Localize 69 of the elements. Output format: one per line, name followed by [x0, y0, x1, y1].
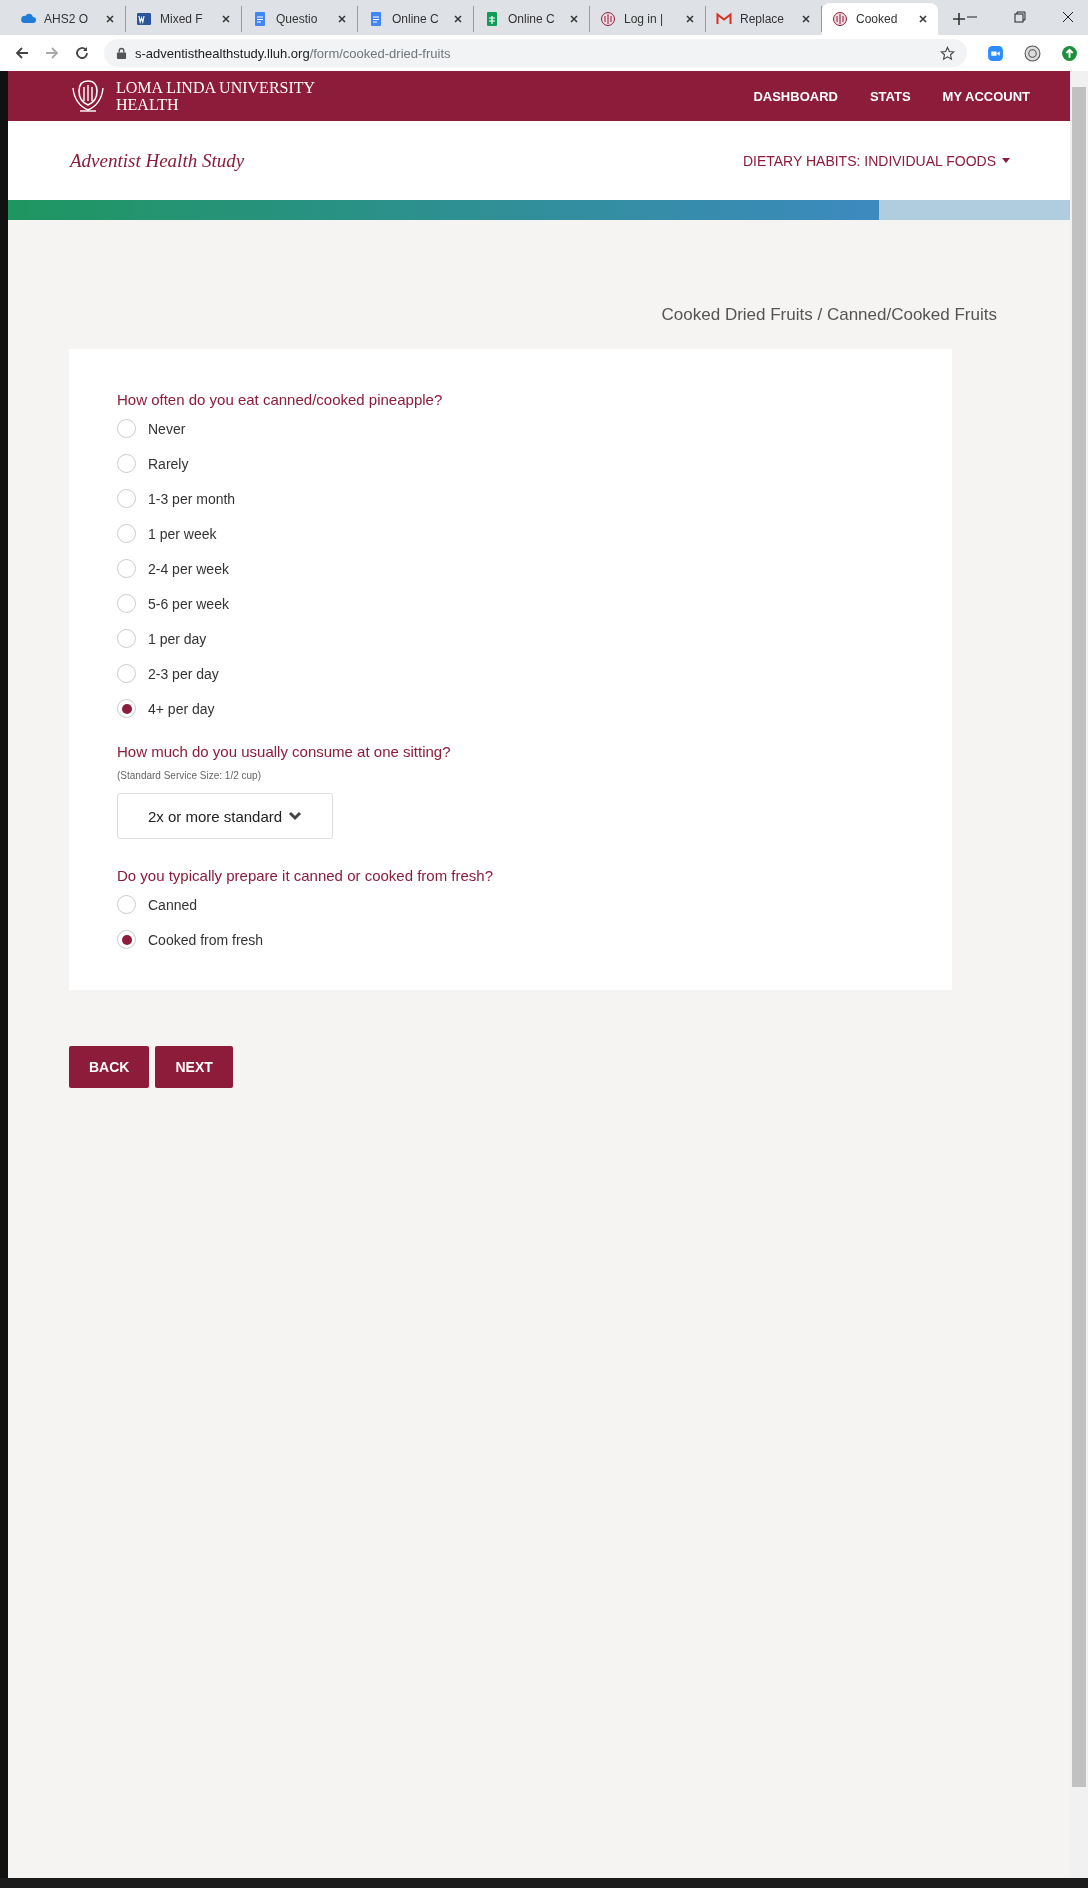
- option-label: Cooked from fresh: [148, 931, 264, 948]
- browser-tab[interactable]: Online C: [474, 6, 590, 32]
- lock-icon: [116, 46, 127, 60]
- nav-link[interactable]: DASHBOARD: [753, 88, 838, 104]
- browser-tab[interactable]: Mixed F: [126, 6, 242, 32]
- tab-title: AHS2 O: [44, 12, 89, 26]
- close-icon[interactable]: [337, 14, 347, 24]
- tab-title: Log in |: [624, 12, 665, 26]
- reload-icon[interactable]: [74, 45, 90, 61]
- tab-title: Online C: [392, 12, 440, 26]
- option-label: Canned: [148, 896, 198, 913]
- option-label: 1-3 per month: [148, 490, 236, 507]
- option-label: 4+ per day: [148, 700, 215, 717]
- browser-tab[interactable]: Online C: [358, 6, 474, 32]
- close-icon[interactable]: [685, 14, 695, 24]
- word-document-icon: [136, 11, 152, 27]
- tab-title: Cooked: [856, 12, 899, 26]
- restore-icon[interactable]: [1014, 11, 1026, 23]
- option-label: Rarely: [148, 455, 189, 472]
- university-name: LOMA LINDA UNIVERSITY: [116, 79, 316, 96]
- close-icon[interactable]: [918, 14, 928, 24]
- close-icon[interactable]: [801, 14, 811, 24]
- study-title: Adventist Health Study: [70, 149, 245, 172]
- section-dropdown[interactable]: DIETARY HABITS: INDIVIDUAL FOODS: [742, 152, 1010, 169]
- tab-title: Mixed F: [160, 12, 204, 26]
- crest-icon[interactable]: [1024, 44, 1041, 62]
- star-icon[interactable]: [940, 45, 955, 61]
- video-camera-icon[interactable]: [987, 44, 1004, 62]
- close-icon[interactable]: [221, 14, 231, 24]
- spreadsheet-icon: [484, 11, 500, 27]
- address-field[interactable]: s-adventisthealthstudy.lluh.org/form/cooked-dried-fruits: [104, 39, 967, 67]
- new-tab-icon[interactable]: [952, 12, 966, 26]
- option-label: 2-3 per day: [148, 665, 219, 682]
- option-label: 1 per day: [148, 630, 207, 647]
- tab-title: Online C: [508, 12, 556, 26]
- document-icon: [368, 11, 384, 27]
- serving-size-note: (Standard Service Size: 1/2 cup): [117, 770, 262, 781]
- browser-tab[interactable]: AHS2 O: [10, 6, 126, 32]
- scrollbar[interactable]: [1070, 71, 1088, 1878]
- document-icon: [252, 11, 268, 27]
- close-icon[interactable]: [569, 14, 579, 24]
- question-label: How often do you eat canned/cooked pineapple?: [117, 391, 444, 408]
- option-label: 5-6 per week: [148, 595, 229, 612]
- option-label: 1 per week: [148, 525, 217, 542]
- university-name: HEALTH: [116, 96, 180, 113]
- back-arrow-icon[interactable]: [14, 45, 30, 61]
- browser-tab[interactable]: Cooked: [822, 3, 938, 35]
- question-label: How much do you usually consume at one sitting?: [117, 743, 452, 760]
- close-icon[interactable]: [105, 14, 115, 24]
- breadcrumb: Cooked Dried Fruits / Canned/Cooked Fruits: [660, 305, 997, 325]
- tab-title: Questio: [276, 12, 319, 26]
- browser-tab[interactable]: Questio: [242, 6, 358, 32]
- nav-button[interactable]: BACK: [69, 1046, 150, 1088]
- close-icon[interactable]: [1062, 11, 1074, 23]
- option-label: 2-4 per week: [148, 560, 229, 577]
- chevron-down-icon: [288, 811, 303, 821]
- nav-link[interactable]: MY ACCOUNT: [942, 88, 1030, 104]
- crest-icon: [600, 11, 616, 27]
- nav-button[interactable]: NEXT: [155, 1046, 233, 1088]
- browser-tab[interactable]: Log in |: [590, 6, 706, 32]
- question-label: Do you typically prepare it canned or cooked from fresh?: [117, 867, 495, 884]
- mail-icon: [716, 11, 732, 27]
- amount-dropdown[interactable]: 2x or more standard: [117, 793, 333, 839]
- tab-title: Replace: [740, 12, 786, 26]
- crest-icon: [832, 11, 848, 27]
- caret-icon: [1002, 158, 1010, 163]
- nav-link[interactable]: STATS: [869, 88, 911, 104]
- option-label: Never: [148, 420, 186, 437]
- close-icon[interactable]: [453, 14, 463, 24]
